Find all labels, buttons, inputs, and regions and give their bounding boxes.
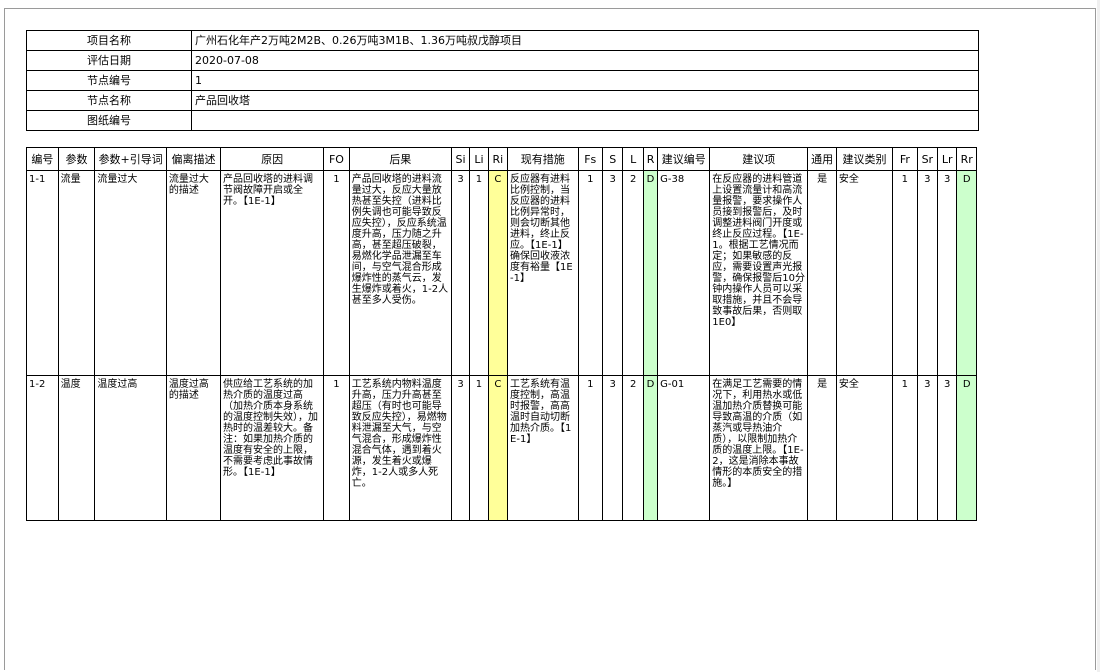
column-header: Lr — [937, 147, 958, 171]
info-row: 图纸编号 — [26, 110, 979, 131]
column-header: Ri — [487, 147, 509, 171]
cell-lr: 3 — [937, 375, 958, 521]
cell-recommendation: 在反应器的进料管道上设置流量计和高流量报警，要求操作人员接到报警后，及时调整进料… — [709, 170, 809, 376]
cell-lr: 3 — [937, 170, 958, 376]
info-row: 节点名称 产品回收塔 — [26, 90, 979, 111]
column-header: Rr — [956, 147, 977, 171]
column-header: R — [642, 147, 659, 171]
info-row: 节点编号 1 — [26, 70, 979, 91]
column-header: Sr — [916, 147, 939, 171]
cell-r: D — [642, 375, 659, 521]
info-label: 节点名称 — [26, 90, 192, 111]
cell-fs: 1 — [577, 375, 604, 521]
cell-measures: 反应器有进料比例控制，当反应器的进料比例异常时，则会切断其他进料，终止反应。【1… — [507, 170, 579, 376]
column-header: Li — [469, 147, 489, 171]
cell-rec-id: G-01 — [657, 375, 711, 521]
cell-general: 是 — [807, 375, 837, 521]
cell-l: 2 — [622, 170, 644, 376]
column-header: S — [602, 147, 624, 171]
cell-param: 流量 — [57, 170, 96, 376]
cell-li: 1 — [469, 375, 489, 521]
cell-measures: 工艺系统有温度控制，高温时报警，高高温时自动切断加热介质。【1E-1】 — [507, 375, 579, 521]
cell-deviation: 流量过大的描述 — [165, 170, 222, 376]
column-header: Fr — [892, 147, 918, 171]
cell-fo: 1 — [323, 170, 350, 376]
info-value: 广州石化年产2万吨2M2B、0.26万吨3M1B、1.36万吨叔戊醇项目 — [191, 30, 979, 51]
column-header: 后果 — [348, 147, 452, 171]
cell-param-guide: 流量过大 — [94, 170, 167, 376]
cell-sr: 3 — [916, 170, 939, 376]
column-header: 现有措施 — [507, 147, 579, 171]
cell-fr: 1 — [892, 375, 918, 521]
cell-fo: 1 — [323, 375, 350, 521]
cell-l: 2 — [622, 375, 644, 521]
column-header: 建议类别 — [835, 147, 894, 171]
cell-recommendation: 在满足工艺需要的情况下，利用热水或低温加热介质替换可能导致高温的介质（如蒸汽或导… — [709, 375, 809, 521]
column-header: 偏离描述 — [165, 147, 222, 171]
cell-param-guide: 温度过高 — [94, 375, 167, 521]
info-row: 项目名称 广州石化年产2万吨2M2B、0.26万吨3M1B、1.36万吨叔戊醇项… — [26, 30, 979, 51]
header-row: 编号 参数 参数+引导词 偏离描述 原因 FO 后果 Si Li Ri 现有措施… — [26, 147, 977, 171]
cell-consequence: 产品回收塔的进料流量过大，反应大量放热甚至失控（进料比例失调也可能导致反应失控）… — [348, 170, 452, 376]
column-header: 原因 — [220, 147, 325, 171]
cell-ri: C — [487, 375, 509, 521]
table-row: 1-2 温度 温度过高 温度过高的描述 供应给工艺系统的加热介质的温度过高（加热… — [26, 375, 977, 521]
hazop-analysis-table: 编号 参数 参数+引导词 偏离描述 原因 FO 后果 Si Li Ri 现有措施… — [26, 147, 977, 521]
cell-fr: 1 — [892, 170, 918, 376]
cell-fs: 1 — [577, 170, 604, 376]
project-info-table: 项目名称 广州石化年产2万吨2M2B、0.26万吨3M1B、1.36万吨叔戊醇项… — [26, 30, 979, 131]
cell-si: 3 — [450, 375, 471, 521]
cell-cause: 产品回收塔的进料调节阀故障开启或全开。【1E-1】 — [220, 170, 325, 376]
cell-category: 安全 — [835, 375, 894, 521]
cell-cause: 供应给工艺系统的加热介质的温度过高（加热介质本身系统的温度控制失效），加热时的温… — [220, 375, 325, 521]
cell-s: 3 — [602, 170, 624, 376]
info-label: 节点编号 — [26, 70, 192, 91]
info-label: 项目名称 — [26, 30, 192, 51]
cell-id: 1-1 — [26, 170, 59, 376]
info-value: 1 — [191, 70, 979, 91]
info-row: 评估日期 2020-07-08 — [26, 50, 979, 71]
info-value: 2020-07-08 — [191, 50, 979, 71]
column-header: Fs — [577, 147, 604, 171]
column-header: Si — [450, 147, 471, 171]
cell-id: 1-2 — [26, 375, 59, 521]
cell-deviation: 温度过高的描述 — [165, 375, 222, 521]
column-header: 建议项 — [709, 147, 809, 171]
cell-param: 温度 — [57, 375, 96, 521]
cell-ri: C — [487, 170, 509, 376]
cell-si: 3 — [450, 170, 471, 376]
cell-consequence: 工艺系统内物料温度升高，压力升高甚至超压（有时也可能导致反应失控），易燃物料泄漏… — [348, 375, 452, 521]
cell-category: 安全 — [835, 170, 894, 376]
info-value: 产品回收塔 — [191, 90, 979, 111]
cell-rec-id: G-38 — [657, 170, 711, 376]
cell-general: 是 — [807, 170, 837, 376]
info-label: 图纸编号 — [26, 110, 192, 131]
cell-rr: D — [956, 375, 977, 521]
column-header: 编号 — [26, 147, 59, 171]
column-header: FO — [323, 147, 350, 171]
column-header: 参数 — [57, 147, 96, 171]
column-header: 通用 — [807, 147, 837, 171]
info-value — [191, 110, 979, 131]
info-label: 评估日期 — [26, 50, 192, 71]
cell-rr: D — [956, 170, 977, 376]
cell-s: 3 — [602, 375, 624, 521]
table-row: 1-1 流量 流量过大 流量过大的描述 产品回收塔的进料调节阀故障开启或全开。【… — [26, 170, 977, 376]
cell-r: D — [642, 170, 659, 376]
column-header: 建议编号 — [657, 147, 711, 171]
column-header: L — [622, 147, 644, 171]
cell-li: 1 — [469, 170, 489, 376]
column-header: 参数+引导词 — [94, 147, 167, 171]
cell-sr: 3 — [916, 375, 939, 521]
